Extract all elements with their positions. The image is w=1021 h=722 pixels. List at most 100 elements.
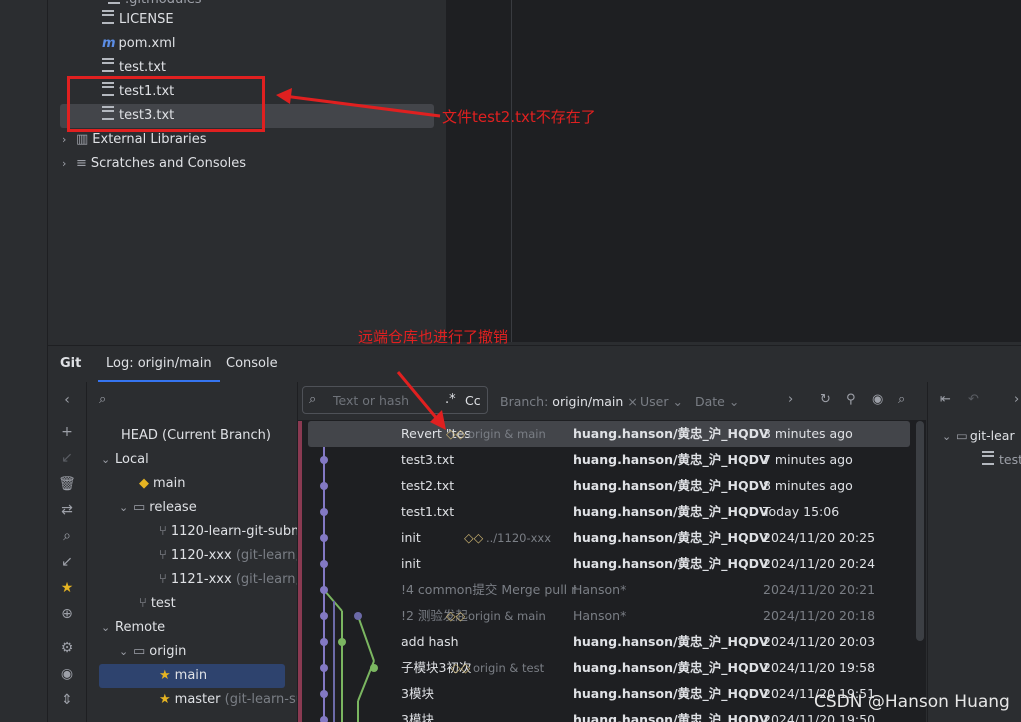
commit-refs: origin & test <box>473 661 545 675</box>
commit-message: !4 common提交 Merge pull r <box>401 582 577 597</box>
branch-group-release[interactable]: ⌄ ▭ release <box>119 496 197 520</box>
tab-console[interactable]: Console <box>226 346 278 382</box>
text-file-icon <box>102 10 114 24</box>
delete-icon[interactable]: 🗑 <box>48 476 86 492</box>
eye-icon[interactable]: ◉ <box>48 666 86 682</box>
star-icon: ★ <box>159 692 171 707</box>
branch-group-origin[interactable]: ⌄ ▭ origin <box>119 640 186 664</box>
commit-row[interactable]: init ◇◇ ../1120-xxx huang.hanson/黄忠_沪_HQDV… <box>298 525 910 551</box>
chevron-right-icon[interactable]: › <box>1014 392 1019 407</box>
commit-message: add hash <box>401 634 459 649</box>
commit-row[interactable]: test1.txt huang.hanson/黄忠_沪_HQDV Today 15:… <box>298 499 910 525</box>
chevron-right-icon[interactable]: › <box>788 392 793 407</box>
commit-author: huang.hanson/黄忠_沪_HQDV <box>573 556 769 571</box>
settings-icon[interactable]: ⚙ <box>48 640 86 656</box>
branch-origin-master[interactable]: ★master (git-learn-sub <box>159 688 297 712</box>
branch-filter[interactable]: Branch: origin/main × <box>500 394 638 409</box>
tag-icon: ◆ <box>139 476 149 491</box>
commit-message: init <box>401 530 421 545</box>
collapse-icon[interactable]: ‹ <box>48 392 86 408</box>
commit-row[interactable]: add hash huang.hanson/黄忠_沪_HQDV 2024/11/20… <box>298 629 910 655</box>
tag-icon: ◇◇ <box>451 660 471 675</box>
chevron-down-icon: ⌄ <box>101 453 111 466</box>
commit-row[interactable]: !2 测验发起 ◇◇ origin & main Hanson* 2024/11/20… <box>298 603 910 629</box>
chevron-down-icon: ⌄ <box>119 645 129 658</box>
star-icon: ★ <box>159 668 171 683</box>
scrollbar[interactable] <box>916 421 924 641</box>
branch-local-main[interactable]: ◆ main <box>139 472 185 496</box>
folder-icon: ▭ <box>133 644 146 659</box>
commit-refs: origin & main <box>468 609 546 623</box>
commit-row[interactable]: test2.txt huang.hanson/黄忠_沪_HQDV 8 minutes… <box>298 473 910 499</box>
changes-repo[interactable]: ⌄ ▭ git-lear <box>942 424 1015 448</box>
close-icon[interactable]: × <box>627 394 637 409</box>
git-tool-column: ‹ + ↙ 🗑 ⇄ ⌕ ↙ ★ ⊕ ⚙ ◉ ⇕ <box>48 382 87 722</box>
text-file-icon <box>982 451 994 465</box>
star-icon[interactable]: ★ <box>48 580 86 596</box>
branch-release-item[interactable]: ⑂1121-xxx (git-learn, g <box>159 568 297 592</box>
search-icon: ⌕ <box>309 392 317 407</box>
commit-row[interactable]: test3.txt huang.hanson/黄忠_沪_HQDV 7 minutes… <box>298 447 910 473</box>
commit-message: test1.txt <box>401 504 455 519</box>
commit-author: huang.hanson/黄忠_沪_HQDV <box>573 452 769 467</box>
maven-icon: m <box>102 36 116 51</box>
branch-head[interactable]: HEAD (Current Branch) <box>121 424 271 448</box>
tab-git[interactable]: Git <box>60 346 81 382</box>
cherry-pick-icon[interactable]: ⚲ <box>846 392 856 407</box>
folder-icon: ▭ <box>956 428 968 443</box>
case-toggle[interactable]: Cc <box>465 393 481 408</box>
add-icon[interactable]: + <box>48 424 86 440</box>
search-icon[interactable]: ⌕ <box>898 392 905 407</box>
changes-panel: ⇤ ↶ › ⌄ ▭ git-lear test <box>927 382 1021 722</box>
chevron-down-icon: ⌄ <box>101 621 111 634</box>
chevron-down-icon: ⌄ <box>119 501 129 514</box>
watermark: CSDN @Hanson Huang <box>814 692 1010 712</box>
text-file-icon <box>102 58 114 72</box>
branch-local-test[interactable]: ⑂ test <box>139 592 176 616</box>
changes-file[interactable]: test <box>982 448 1021 472</box>
eye-icon[interactable]: ◉ <box>872 392 883 407</box>
tree-item-license[interactable]: LICENSE <box>102 8 174 32</box>
branch-release-item[interactable]: ⑂ 1120-learn-git-subm <box>159 520 297 544</box>
commit-date: 2024/11/20 19:58 <box>763 660 876 675</box>
commit-row[interactable]: !4 common提交 Merge pull r Hanson* 2024/11/2… <box>298 577 910 603</box>
branch-search-icon[interactable]: ⌕ <box>99 392 106 407</box>
commit-author: huang.hanson/黄忠_沪_HQDV <box>573 686 769 701</box>
chevron-right-icon: › <box>62 157 67 170</box>
pull-icon[interactable]: ↙ <box>48 554 86 570</box>
commit-row[interactable]: 子模块3初次 ◇◇ origin & test huang.hanson/黄忠_沪_… <box>298 655 910 681</box>
refresh-icon[interactable]: ↻ <box>820 392 831 407</box>
branch-group-local[interactable]: ⌄ Local <box>101 448 149 472</box>
undo-icon[interactable]: ↶ <box>968 392 979 407</box>
tree-item-pom[interactable]: m pom.xml <box>102 32 176 56</box>
search-icon[interactable]: ⌕ <box>48 528 86 544</box>
tree-item-scratches[interactable]: › ≡ Scratches and Consoles <box>62 152 246 176</box>
compare-icon[interactable]: ⇄ <box>48 502 86 518</box>
commit-message: test3.txt <box>401 452 455 467</box>
scratches-icon: ≡ <box>76 156 87 171</box>
collapse-icon[interactable]: ⇤ <box>940 392 951 407</box>
commit-author: huang.hanson/黄忠_沪_HQDV <box>573 504 769 519</box>
commit-date: 7 minutes ago <box>763 452 853 467</box>
branch-group-remote[interactable]: ⌄ Remote <box>101 616 165 640</box>
branch-release-item[interactable]: ⑂1120-xxx (git-learn, g <box>159 544 297 568</box>
commit-author: huang.hanson/黄忠_沪_HQDV <box>573 530 769 545</box>
expand-icon[interactable]: ⇕ <box>48 692 86 708</box>
tab-log[interactable]: Log: origin/main <box>98 346 220 382</box>
tag-icon: ◇◇ <box>464 530 484 545</box>
branch-origin-main[interactable]: ★ main <box>159 664 207 688</box>
date-filter[interactable]: Date ⌄ <box>695 394 739 409</box>
editor-area <box>446 0 1021 342</box>
annotation-arrow-1 <box>276 88 441 118</box>
commit-date: Today 15:06 <box>763 504 840 519</box>
commit-refs: ../1120-xxx <box>486 531 552 545</box>
update-icon[interactable]: ↙ <box>48 450 86 466</box>
commit-refs: origin & main <box>468 427 546 441</box>
editor-divider <box>511 0 512 342</box>
left-tool-strip <box>0 0 48 722</box>
target-icon[interactable]: ⊕ <box>48 606 86 622</box>
chevron-down-icon: ⌄ <box>942 430 952 443</box>
commit-date: 3 minutes ago <box>763 426 853 441</box>
user-filter[interactable]: User ⌄ <box>640 394 683 409</box>
commit-row[interactable]: init huang.hanson/黄忠_沪_HQDV 2024/11/20 20:… <box>298 551 910 577</box>
